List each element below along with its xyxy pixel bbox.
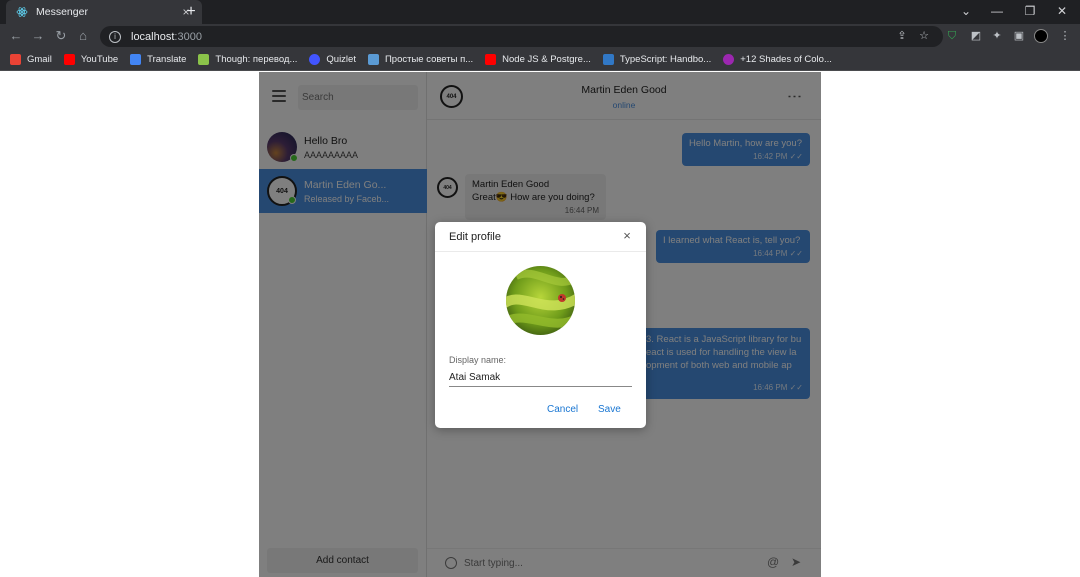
address-bar[interactable]: i localhost:3000: [100, 26, 943, 47]
display-name-input[interactable]: [449, 369, 632, 387]
browser-tab-bar: Messenger × + ⌄ — ❐ ✕: [0, 0, 1080, 24]
minimize-icon[interactable]: —: [987, 2, 1007, 20]
divider: [435, 251, 646, 252]
save-button[interactable]: Save: [598, 404, 621, 415]
bookmark-typescript[interactable]: TypeScript: Handbo...: [602, 54, 711, 65]
browser-toolbar: ← → ↻ ⌂ i localhost:3000 ⇪ ☆ ⛉ ◩ ✦ ▣ ⋮: [0, 24, 1080, 49]
translate-icon: [130, 54, 142, 65]
profile-picture[interactable]: [506, 266, 575, 335]
new-tab-button[interactable]: +: [183, 2, 199, 22]
url-text: localhost:3000: [131, 30, 202, 43]
youtube-icon: [485, 54, 497, 65]
restore-icon[interactable]: ❐: [1020, 2, 1040, 20]
cancel-button[interactable]: Cancel: [547, 404, 578, 415]
bookmarks-bar: Gmail YouTube Translate Though: перевод.…: [0, 49, 1080, 71]
profile-avatar[interactable]: [1034, 29, 1048, 43]
close-window-icon[interactable]: ✕: [1052, 2, 1072, 20]
shield-extension-icon[interactable]: ⛉: [945, 29, 959, 43]
typescript-icon: [602, 54, 614, 65]
side-panel-icon[interactable]: ▣: [1012, 29, 1026, 43]
quizlet-icon: [309, 54, 321, 65]
edit-profile-dialog: Edit profile × Display name: Cancel Save: [435, 222, 646, 428]
browser-menu-icon[interactable]: ⋮: [1058, 29, 1072, 43]
tab-search-icon[interactable]: ⌄: [956, 2, 976, 20]
dialog-title: Edit profile: [449, 231, 501, 243]
bookmark-gmail[interactable]: Gmail: [10, 54, 52, 65]
though-icon: [198, 54, 210, 65]
bookmark-shades[interactable]: +12 Shades of Colo...: [723, 54, 832, 65]
bookmark-star-icon[interactable]: ☆: [917, 29, 931, 43]
bookmark-tips[interactable]: Простые советы п...: [367, 54, 473, 65]
home-icon[interactable]: ⌂: [75, 28, 91, 44]
forward-icon[interactable]: →: [30, 28, 46, 44]
display-name-label: Display name:: [449, 355, 507, 365]
bookmark-translate[interactable]: Translate: [130, 54, 186, 65]
bookmark-though[interactable]: Though: перевод...: [198, 54, 297, 65]
browser-tab[interactable]: Messenger ×: [6, 0, 202, 24]
youtube-icon: [63, 54, 75, 65]
site-info-icon[interactable]: i: [109, 30, 121, 43]
bookmark-youtube[interactable]: YouTube: [63, 54, 118, 65]
close-icon[interactable]: ×: [621, 229, 633, 243]
tab-title: Messenger: [36, 6, 88, 18]
react-favicon-icon: [16, 6, 28, 18]
gmail-icon: [10, 54, 21, 65]
back-icon[interactable]: ←: [8, 28, 24, 44]
bookmark-nodejs[interactable]: Node JS & Postgre...: [485, 54, 591, 65]
shades-icon: [723, 54, 735, 65]
puzzle-icon[interactable]: ✦: [990, 29, 1004, 43]
extension-icon[interactable]: ◩: [969, 29, 983, 43]
tips-icon: [367, 54, 379, 65]
bookmark-quizlet[interactable]: Quizlet: [309, 54, 356, 65]
share-icon[interactable]: ⇪: [895, 29, 909, 43]
reload-icon[interactable]: ↻: [53, 28, 69, 44]
